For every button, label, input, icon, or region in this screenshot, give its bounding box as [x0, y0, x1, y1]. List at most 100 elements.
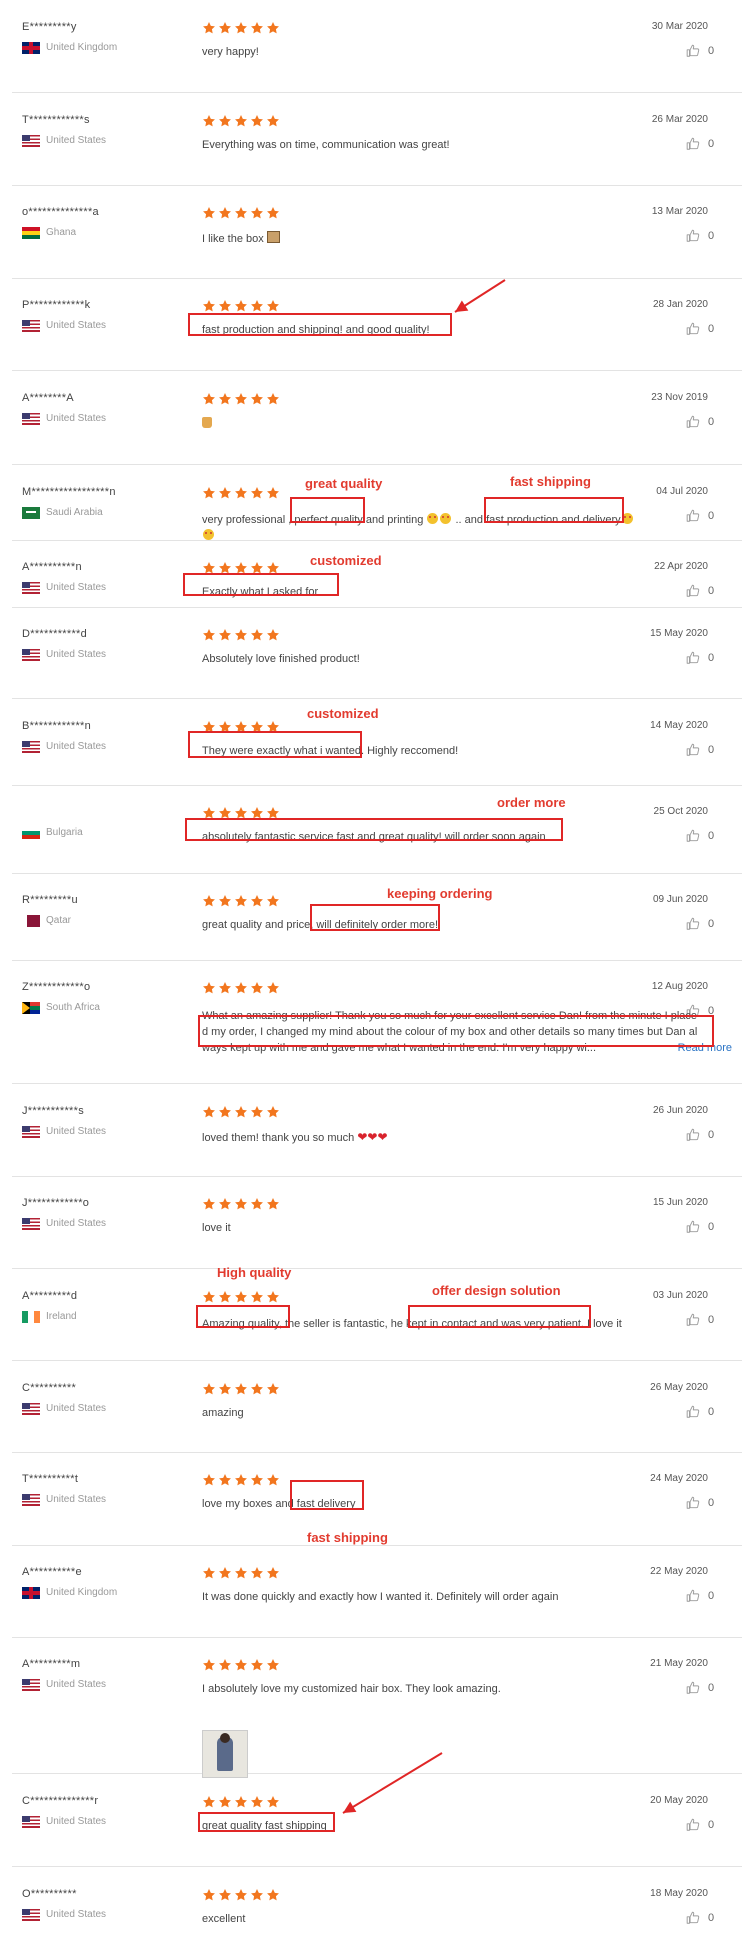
like-button[interactable]: 0: [686, 651, 716, 665]
star-icon: [203, 1106, 215, 1118]
reviewer-name: o**************a: [22, 206, 99, 218]
annotation-box: [183, 573, 339, 596]
thumbs-up-icon[interactable]: [686, 829, 700, 843]
thumbs-up-icon[interactable]: [686, 229, 700, 243]
review-item: A*********d Ireland 03 Jun 2020 0 Amazing qu…: [0, 1277, 750, 1360]
like-button[interactable]: 0: [686, 322, 716, 336]
review-date: 18 May 2020: [650, 1888, 708, 1899]
reviewer-name: P************k: [22, 299, 91, 311]
like-button[interactable]: 0: [686, 917, 716, 931]
star-icon: [267, 1796, 279, 1808]
reviewer-name: J************o: [22, 1197, 90, 1209]
review-photo-thumbnail[interactable]: [202, 1730, 248, 1778]
like-button[interactable]: 0: [686, 137, 716, 151]
like-button[interactable]: 0: [686, 1681, 716, 1695]
like-button[interactable]: 0: [686, 829, 716, 843]
rating-stars: [202, 1197, 282, 1212]
review-date: 28 Jan 2020: [652, 299, 708, 310]
like-button[interactable]: 0: [686, 743, 716, 757]
thumbs-up-icon[interactable]: [686, 137, 700, 151]
annotation-label: customized: [307, 706, 379, 721]
thumbs-up-icon[interactable]: [686, 322, 700, 336]
star-icon: [203, 487, 215, 499]
thumbs-up-icon[interactable]: [686, 1911, 700, 1925]
thumbs-up-icon[interactable]: [686, 1405, 700, 1419]
like-button[interactable]: 0: [686, 1818, 716, 1832]
thumbs-up-icon[interactable]: [686, 1220, 700, 1234]
thumbs-up-icon[interactable]: [686, 1496, 700, 1510]
review-text-content: love it: [202, 1222, 231, 1234]
reviewer-country: United States: [22, 740, 106, 753]
reviewer-country: United States: [22, 1125, 106, 1138]
rating-stars: [202, 628, 282, 643]
rating-stars: [202, 1290, 282, 1305]
annotation-label: great quality: [305, 476, 383, 491]
like-button[interactable]: 0: [686, 1405, 716, 1419]
like-count: 0: [708, 1819, 715, 1831]
qa-flag-icon: [22, 914, 40, 927]
sa-flag-icon: [22, 506, 40, 519]
annotation-box: [198, 1812, 335, 1832]
star-icon: [219, 487, 231, 499]
thumbs-up-icon[interactable]: [686, 1681, 700, 1695]
reviewer-name: C**************r: [22, 1795, 99, 1807]
star-icon: [219, 1291, 231, 1303]
like-count: 0: [708, 323, 715, 335]
reviewer-country: United States: [22, 1402, 106, 1415]
star-icon: [219, 982, 231, 994]
rating-stars: [202, 1888, 282, 1903]
heart-eyes-emoji-icon: [427, 513, 439, 524]
review-text-content: Absolutely love finished product!: [202, 653, 360, 665]
country-name: Bulgaria: [46, 827, 83, 838]
thumbs-up-icon[interactable]: [686, 917, 700, 931]
like-count: 0: [708, 1912, 715, 1924]
like-count: 0: [708, 1314, 715, 1326]
thumbs-up-icon[interactable]: [686, 651, 700, 665]
country-name: United States: [46, 135, 107, 146]
us-flag-icon: [22, 740, 40, 753]
annotation-arrow: [342, 1752, 443, 1814]
star-icon: [267, 1198, 279, 1210]
star-icon: [235, 22, 247, 34]
heart-emoji-icon: ❤: [357, 1130, 368, 1144]
like-button[interactable]: 0: [686, 229, 716, 243]
like-button[interactable]: 0: [686, 1128, 716, 1142]
thumbs-up-icon[interactable]: [686, 584, 700, 598]
review-date: 26 Mar 2020: [651, 114, 708, 125]
review-text: very professional , perfect quality and …: [202, 512, 702, 544]
annotation-label: customized: [310, 553, 382, 568]
thumbs-up-icon[interactable]: [686, 1589, 700, 1603]
like-button[interactable]: 0: [686, 1496, 716, 1510]
star-icon: [219, 1889, 231, 1901]
thumbs-up-icon[interactable]: [686, 1818, 700, 1832]
review-item: J***********s United States 26 Jun 2020 0 lo…: [0, 1092, 750, 1176]
reviewer-country: United Kingdom: [22, 41, 117, 54]
us-flag-icon: [22, 1217, 40, 1230]
like-button[interactable]: 0: [686, 44, 716, 58]
like-button[interactable]: 0: [686, 1220, 716, 1234]
review-item: A********A United States 23 Nov 2019 0: [0, 379, 750, 464]
like-button[interactable]: 0: [686, 1313, 716, 1327]
reviewer-country: United States: [22, 1493, 106, 1506]
review-text-content: I like the box: [202, 233, 264, 245]
rating-stars: [202, 299, 282, 314]
review-date: 25 Oct 2020: [653, 806, 708, 817]
thumbs-up-icon[interactable]: [686, 415, 700, 429]
star-icon: [235, 1383, 247, 1395]
star-icon: [251, 895, 263, 907]
star-icon: [235, 1106, 247, 1118]
like-button[interactable]: 0: [686, 1589, 716, 1603]
reviewer-name: B************n: [22, 720, 92, 732]
like-button[interactable]: 0: [686, 1911, 716, 1925]
thumbs-up-icon[interactable]: [686, 743, 700, 757]
thumbs-up-icon[interactable]: [686, 1128, 700, 1142]
like-button[interactable]: 0: [686, 584, 716, 598]
like-button[interactable]: 0: [686, 415, 716, 429]
rating-stars: [202, 21, 282, 36]
country-name: United Kingdom: [46, 1587, 118, 1598]
thumbs-up-icon[interactable]: [686, 44, 700, 58]
thumbs-up-icon[interactable]: [686, 1313, 700, 1327]
review-text-content: very happy!: [202, 46, 259, 58]
review-text-content: Everything was on time, communication wa…: [202, 139, 450, 151]
review-date: 22 May 2020: [650, 1566, 708, 1577]
